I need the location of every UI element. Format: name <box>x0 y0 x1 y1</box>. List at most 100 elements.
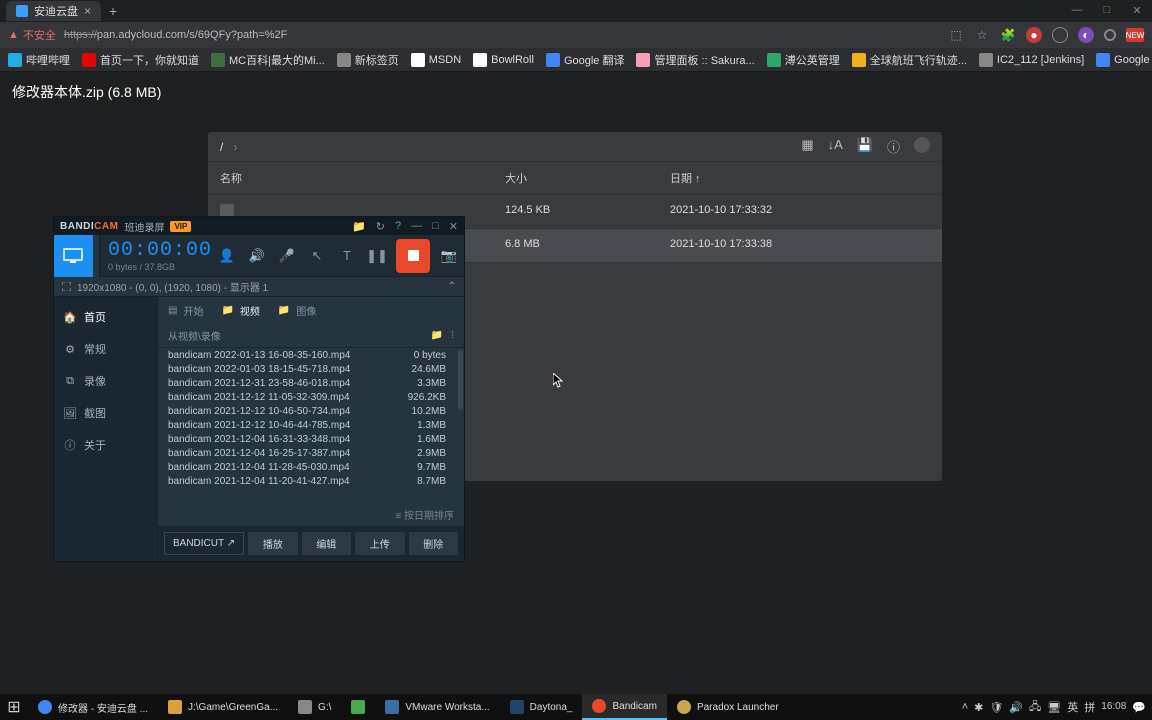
sort-label[interactable]: ≡ 按日期排序 <box>158 503 464 526</box>
sort-icon[interactable]: ↓A <box>828 137 843 156</box>
chevron-right-icon[interactable]: › <box>233 140 237 154</box>
maximize-icon[interactable]: □ <box>432 220 439 233</box>
tray-monitor-icon[interactable]: 🖥 <box>1047 701 1061 714</box>
ext-circle-icon[interactable] <box>1052 27 1068 43</box>
ext-purple-icon[interactable]: ◐ <box>1078 27 1094 43</box>
ext-ring-icon[interactable] <box>1104 29 1116 41</box>
text-icon[interactable]: T <box>332 235 362 277</box>
record-stop-button[interactable] <box>396 239 430 273</box>
col-date[interactable]: 日期 ↑ <box>670 170 930 186</box>
sidebar-item-home[interactable]: 🏠首页 <box>54 301 157 333</box>
taskbar-item[interactable]: VMware Worksta... <box>375 694 499 720</box>
bookmark-star-icon[interactable]: ☆ <box>974 27 990 43</box>
pause-icon[interactable]: ❚❚ <box>362 235 392 277</box>
folder-icon[interactable]: 📁 <box>352 220 366 233</box>
taskbar-item[interactable]: Bandicam <box>582 694 666 720</box>
more-icon[interactable]: ⁞ <box>451 330 454 341</box>
delete-button[interactable]: 删除 <box>409 532 458 555</box>
tray-shield-icon[interactable]: 🛡 <box>989 701 1003 714</box>
list-item[interactable]: bandicam 2022-01-03 18-15-45-718.mp424.6… <box>158 362 464 376</box>
col-size[interactable]: 大小 <box>505 170 670 186</box>
bookmark-item[interactable]: 全球航班飞行轨迹... <box>852 52 967 68</box>
bookmark-item[interactable]: 首页一下，你就知道 <box>82 52 199 68</box>
ime-indicator[interactable]: 英 <box>1067 699 1078 715</box>
camera-icon[interactable]: 📷 <box>434 235 464 277</box>
speaker-icon[interactable]: 🔊 <box>242 235 272 277</box>
tray-chevron-icon[interactable]: ˄ <box>962 701 968 713</box>
play-button[interactable]: 播放 <box>248 532 297 555</box>
bookmark-item[interactable]: Google Earth <box>1096 53 1152 67</box>
bookmark-item[interactable]: BowlRoll <box>473 53 534 67</box>
sidebar-item-general[interactable]: ⚙常规 <box>54 333 157 365</box>
upload-button[interactable]: 上传 <box>355 532 404 555</box>
mode-dropdown-handle[interactable] <box>93 235 100 277</box>
taskbar-item[interactable]: 修改器 - 安迪云盘 ... <box>28 694 158 720</box>
taskbar-clock[interactable]: 16:08 <box>1101 701 1126 713</box>
sidebar-item-image[interactable]: 🖼截图 <box>54 397 157 429</box>
tab-start[interactable]: ▤开始 <box>168 303 203 318</box>
bandicut-button[interactable]: BANDICUT ↗ <box>164 532 244 555</box>
taskbar-item[interactable]: Paradox Launcher <box>667 694 789 720</box>
bookmark-item[interactable]: IC2_112 [Jenkins] <box>979 53 1084 67</box>
col-name[interactable]: 名称 <box>220 170 505 186</box>
list-item[interactable]: bandicam 2021-12-12 11-05-32-309.mp4926.… <box>158 390 464 404</box>
bookmark-item[interactable]: 管理面板 :: Sakura... <box>636 52 754 68</box>
task-view-button[interactable]: ⊞ <box>0 697 28 717</box>
list-item[interactable]: bandicam 2021-12-04 11-28-45-030.mp49.7M… <box>158 460 464 474</box>
extension-icon[interactable]: 🧩 <box>1000 27 1016 43</box>
save-icon[interactable]: 💾 <box>857 137 873 156</box>
mic-icon[interactable]: 🎤 <box>272 235 302 277</box>
tray-app-icon[interactable]: ✱ <box>974 701 983 714</box>
tray-network-icon[interactable]: 🖧 <box>1029 698 1041 717</box>
list-item[interactable]: bandicam 2021-12-04 11-20-41-427.mp48.7M… <box>158 474 464 488</box>
chrome-minimize[interactable]: — <box>1062 0 1092 20</box>
taskbar-item[interactable] <box>341 694 375 720</box>
breadcrumb[interactable]: / › <box>220 140 237 154</box>
bookmark-item[interactable]: 新标签页 <box>337 52 399 68</box>
tab-image[interactable]: 📁图像 <box>278 303 316 318</box>
list-item[interactable]: bandicam 2021-12-12 10-46-50-734.mp410.2… <box>158 404 464 418</box>
sidebar-item-about[interactable]: ⓘ关于 <box>54 429 157 461</box>
taskbar-item[interactable]: G:\ <box>288 694 341 720</box>
ime-indicator-2[interactable]: 拼 <box>1084 699 1095 715</box>
edit-button[interactable]: 编辑 <box>302 532 351 555</box>
info-icon[interactable]: ⓘ <box>887 137 900 156</box>
history-icon[interactable]: ↻ <box>376 220 385 233</box>
list-item[interactable]: bandicam 2021-12-12 10-46-44-785.mp41.3M… <box>158 418 464 432</box>
webcam-icon[interactable]: 👤 <box>212 235 242 277</box>
account-icon[interactable] <box>914 137 930 153</box>
taskbar-item[interactable]: J:\Game\GreenGa... <box>158 694 288 720</box>
cursor-icon[interactable]: ↖ <box>302 235 332 277</box>
capture-info-bar[interactable]: 1920x1080 - (0, 0), (1920, 1080) - 显示器 1… <box>54 277 464 297</box>
notification-icon[interactable]: 💬 <box>1132 701 1146 714</box>
adblock-icon[interactable]: ● <box>1026 27 1042 43</box>
tab-video[interactable]: 📁视频 <box>221 303 259 318</box>
chrome-close[interactable]: ✕ <box>1122 0 1152 20</box>
minimize-icon[interactable]: — <box>411 220 422 233</box>
open-folder-icon[interactable]: 📁 <box>431 330 443 341</box>
list-item[interactable]: bandicam 2021-12-04 16-25-17-387.mp42.9M… <box>158 446 464 460</box>
help-icon[interactable]: ? <box>395 220 401 233</box>
new-tab-button[interactable]: + <box>109 3 117 19</box>
ssl-warning[interactable]: ▲ 不安全 <box>8 27 56 43</box>
install-app-icon[interactable]: ⬚ <box>948 27 964 43</box>
tab-close-icon[interactable]: × <box>84 4 91 18</box>
bookmark-item[interactable]: 哔哩哔哩 <box>8 52 70 68</box>
sidebar-item-record[interactable]: ⧉录像 <box>54 365 157 397</box>
tray-volume-icon[interactable]: 🔊 <box>1009 701 1023 714</box>
bookmark-item[interactable]: 溥公英管理 <box>767 52 840 68</box>
chrome-maximize[interactable]: □ <box>1092 0 1122 20</box>
chevron-up-icon[interactable]: ⌃ <box>448 281 456 292</box>
ext-new-badge[interactable]: NEW <box>1126 28 1144 42</box>
list-item[interactable]: bandicam 2021-12-04 16-31-33-348.mp41.6M… <box>158 432 464 446</box>
screen-mode-button[interactable] <box>54 235 93 277</box>
taskbar-item[interactable]: Daytona_ <box>500 694 583 720</box>
bookmark-item[interactable]: MC百科|最大的Mi... <box>211 52 325 68</box>
list-item[interactable]: bandicam 2021-12-31 23-58-46-018.mp43.3M… <box>158 376 464 390</box>
browser-tab[interactable]: 安迪云盘 × <box>6 1 101 21</box>
bookmark-item[interactable]: Google 翻译 <box>546 52 625 68</box>
scrollbar-thumb[interactable] <box>458 350 463 410</box>
grid-view-icon[interactable]: ▦ <box>801 137 813 156</box>
bookmark-item[interactable]: MSDN <box>411 53 461 67</box>
url-text[interactable]: https://pan.adycloud.com/s/69QFy?path=%2… <box>64 29 288 41</box>
